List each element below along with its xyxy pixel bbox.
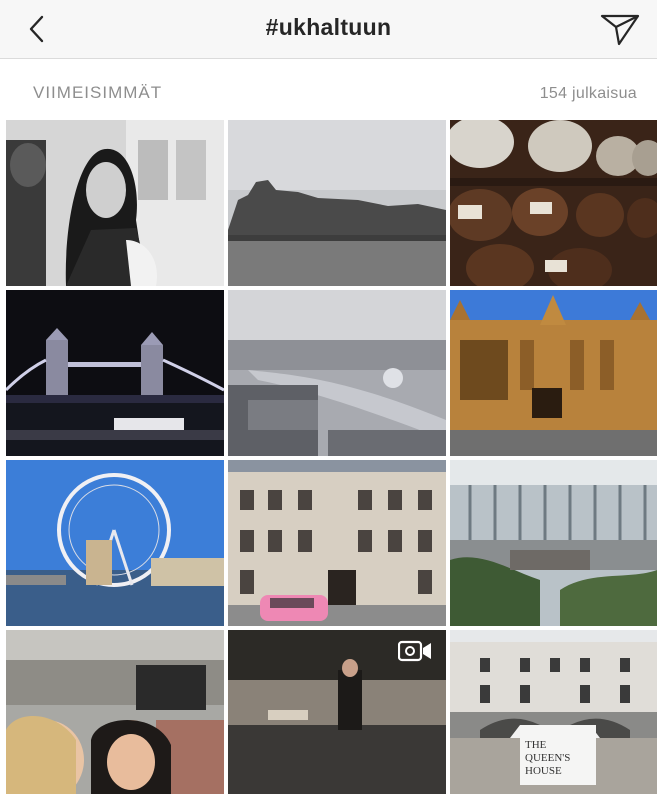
post-thumbnail-london-eye[interactable] — [6, 460, 224, 626]
post-count: 154 julkaisua — [539, 85, 637, 102]
queens-house-sign-line-1: THE — [525, 739, 547, 751]
hashtag-title: #ukhaltuun — [265, 14, 392, 40]
post-thumbnail-sky-garden[interactable] — [450, 460, 657, 626]
posts-grid: THE QUEEN'S HOUSE — [6, 120, 657, 794]
queens-house-sign-line-2: QUEEN'S — [525, 752, 570, 764]
post-thumbnail-palace-selfie[interactable] — [6, 630, 224, 794]
post-thumbnail-westminster[interactable] — [450, 290, 657, 456]
post-thumbnail-barrels[interactable] — [450, 120, 657, 286]
share-button[interactable] — [599, 10, 641, 48]
post-thumbnail-portrait[interactable] — [6, 120, 224, 286]
paper-plane-icon — [600, 14, 640, 46]
post-thumbnail-queens-house[interactable]: THE QUEEN'S HOUSE — [450, 630, 657, 794]
top-nav-bar: #ukhaltuun — [0, 0, 657, 59]
post-thumbnail-bagpiper[interactable] — [228, 630, 446, 794]
queens-house-sign-line-3: HOUSE — [525, 765, 562, 777]
recent-tab-label: VIIMEISIMMÄT — [33, 83, 163, 102]
video-camera-icon — [398, 640, 432, 662]
post-thumbnail-pink-car[interactable] — [228, 460, 446, 626]
post-thumbnail-tower-bridge[interactable] — [6, 290, 224, 456]
post-thumbnail-castle[interactable] — [228, 120, 446, 286]
recent-section-header: VIIMEISIMMÄT 154 julkaisua — [0, 58, 657, 120]
post-thumbnail-thames-aerial[interactable] — [228, 290, 446, 456]
